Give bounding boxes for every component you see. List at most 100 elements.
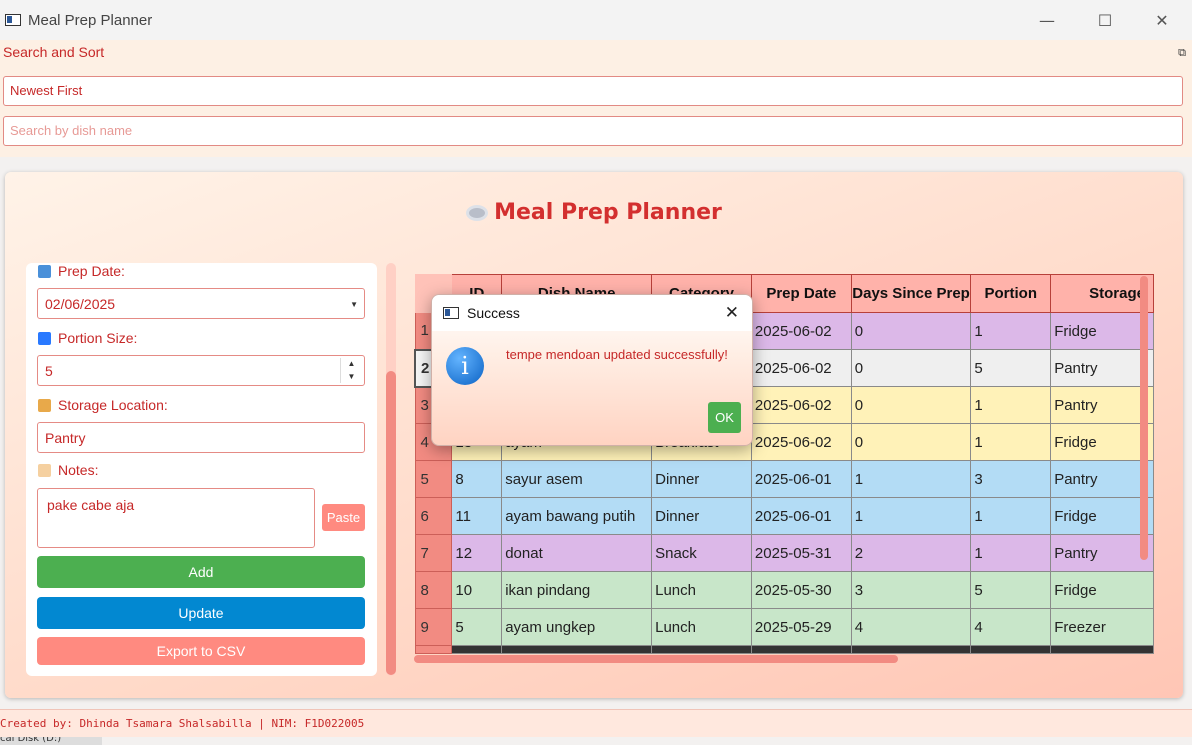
portion-stepper[interactable]: 5 ▲ ▼ — [37, 355, 365, 386]
table-hscrollbar[interactable] — [414, 655, 1138, 663]
portion-cell[interactable]: 1 — [970, 497, 1052, 535]
row-number-cell[interactable]: 7 — [414, 534, 453, 572]
days-cell[interactable]: 3 — [850, 571, 972, 609]
portion-cell[interactable]: 3 — [970, 460, 1052, 498]
category-cell[interactable]: Snack — [651, 534, 752, 572]
row-number-cell[interactable]: 6 — [414, 497, 453, 535]
portion-cell[interactable]: 4 — [970, 608, 1052, 646]
date-cell[interactable]: 2025-06-02 — [750, 386, 852, 424]
app-icon — [5, 14, 21, 26]
portion-cell[interactable]: 1 — [970, 534, 1052, 572]
date-cell[interactable]: 2025-05-31 — [750, 534, 852, 572]
storage-cell[interactable]: Freezer — [1050, 608, 1154, 646]
portion-cell[interactable]: 1 — [970, 423, 1052, 461]
close-button[interactable]: ✕ — [1147, 8, 1177, 32]
minimize-button[interactable]: — — [1032, 8, 1062, 32]
storage-label-text: Storage Location: — [58, 397, 168, 413]
ok-button[interactable]: OK — [708, 402, 741, 433]
spin-up-icon[interactable]: ▲ — [341, 358, 362, 371]
sort-combo[interactable]: Newest First — [3, 76, 1183, 106]
date-cell[interactable]: 2025-05-30 — [750, 571, 852, 609]
column-header[interactable]: Days Since Prep — [850, 274, 972, 313]
dish-cell[interactable]: donat — [501, 534, 653, 572]
paste-button[interactable]: Paste — [322, 504, 365, 531]
storage-cell[interactable]: Pantry — [1050, 460, 1154, 498]
table-vscrollbar-thumb[interactable] — [1140, 276, 1148, 560]
notes-textarea[interactable]: pake cabe aja — [37, 488, 315, 548]
days-cell[interactable]: 0 — [850, 312, 972, 350]
id-cell[interactable]: 11 — [451, 497, 503, 535]
row-number-cell[interactable]: 5 — [414, 460, 453, 498]
spin-down-icon[interactable]: ▼ — [341, 371, 362, 384]
portion-cell[interactable]: 5 — [970, 349, 1052, 387]
days-cell[interactable]: 0 — [850, 386, 972, 424]
portion-cell[interactable]: 1 — [970, 312, 1052, 350]
days-cell[interactable]: 4 — [850, 608, 972, 646]
id-cell[interactable]: 10 — [451, 571, 503, 609]
storage-cell[interactable]: Fridge — [1050, 497, 1154, 535]
column-header[interactable]: Portion — [970, 274, 1052, 313]
form-scrollbar-thumb[interactable] — [386, 371, 396, 675]
storage-field[interactable]: Pantry — [37, 422, 365, 453]
date-cell[interactable]: 2025-05-29 — [750, 608, 852, 646]
dish-cell[interactable]: sayur asem — [501, 460, 653, 498]
maximize-button[interactable]: ☐ — [1090, 8, 1120, 32]
portion-cell[interactable]: 1 — [970, 386, 1052, 424]
partial-row — [414, 645, 1154, 654]
column-header[interactable]: Prep Date — [750, 274, 852, 313]
days-cell[interactable]: 1 — [850, 497, 972, 535]
info-icon: i — [446, 347, 484, 385]
days-cell[interactable]: 0 — [850, 423, 972, 461]
storage-cell[interactable]: Fridge — [1050, 312, 1154, 350]
date-cell[interactable]: 2025-06-01 — [750, 460, 852, 498]
row-number-cell[interactable]: 8 — [414, 571, 453, 609]
dialog-close-button[interactable]: ✕ — [725, 303, 739, 323]
table-row[interactable]: 8 10 ikan pindang Lunch 2025-05-30 3 5 Fridge — [414, 571, 1154, 609]
float-icon[interactable]: ⧉ — [1178, 46, 1186, 60]
add-button[interactable]: Add — [37, 556, 365, 588]
id-cell[interactable]: 8 — [451, 460, 503, 498]
table-row[interactable]: 7 12 donat Snack 2025-05-31 2 1 Pantry — [414, 534, 1154, 572]
dock-title: Search and Sort — [3, 44, 105, 60]
dialog-message: tempe mendoan updated successfully! — [506, 347, 728, 362]
date-cell[interactable]: 2025-06-02 — [750, 423, 852, 461]
table-row[interactable]: 5 8 sayur asem Dinner 2025-06-01 1 3 Pantry — [414, 460, 1154, 498]
storage-label: Storage Location: — [38, 397, 168, 413]
storage-cell[interactable]: Pantry — [1050, 386, 1154, 424]
category-cell[interactable]: Dinner — [651, 497, 752, 535]
prep-date-field[interactable]: 02/06/2025 ▼ — [37, 288, 365, 319]
column-header[interactable]: Storage — [1050, 274, 1154, 313]
storage-cell[interactable]: Fridge — [1050, 423, 1154, 461]
spin-buttons[interactable]: ▲ ▼ — [340, 358, 362, 383]
storage-cell[interactable]: Fridge — [1050, 571, 1154, 609]
category-cell[interactable]: Lunch — [651, 608, 752, 646]
days-cell[interactable]: 1 — [850, 460, 972, 498]
export-csv-button[interactable]: Export to CSV — [37, 637, 365, 665]
storage-cell[interactable]: Pantry — [1050, 534, 1154, 572]
dish-cell[interactable]: ayam ungkep — [501, 608, 653, 646]
table-vscrollbar[interactable] — [1140, 274, 1148, 664]
category-cell[interactable]: Dinner — [651, 460, 752, 498]
portion-cell[interactable]: 5 — [970, 571, 1052, 609]
search-input[interactable]: Search by dish name — [3, 116, 1183, 146]
table-hscrollbar-thumb[interactable] — [414, 655, 898, 663]
date-cell[interactable]: 2025-06-02 — [750, 312, 852, 350]
form-scrollbar[interactable] — [386, 263, 396, 676]
id-cell[interactable]: 5 — [451, 608, 503, 646]
date-cell[interactable]: 2025-06-01 — [750, 497, 852, 535]
days-cell[interactable]: 0 — [850, 349, 972, 387]
category-cell[interactable]: Lunch — [651, 571, 752, 609]
portion-label-text: Portion Size: — [58, 330, 138, 346]
storage-cell[interactable]: Pantry — [1050, 349, 1154, 387]
dish-cell[interactable]: ayam bawang putih — [501, 497, 653, 535]
date-cell[interactable]: 2025-06-02 — [750, 349, 852, 387]
table-row[interactable]: 6 11 ayam bawang putih Dinner 2025-06-01 1 1 Fr… — [414, 497, 1154, 535]
chevron-down-icon[interactable]: ▼ — [350, 300, 358, 309]
numbers-icon — [38, 331, 51, 345]
id-cell[interactable]: 12 — [451, 534, 503, 572]
days-cell[interactable]: 2 — [850, 534, 972, 572]
dish-cell[interactable]: ikan pindang — [501, 571, 653, 609]
row-number-cell[interactable]: 9 — [414, 608, 453, 646]
update-button[interactable]: Update — [37, 597, 365, 629]
table-row[interactable]: 9 5 ayam ungkep Lunch 2025-05-29 4 4 Freezer — [414, 608, 1154, 646]
